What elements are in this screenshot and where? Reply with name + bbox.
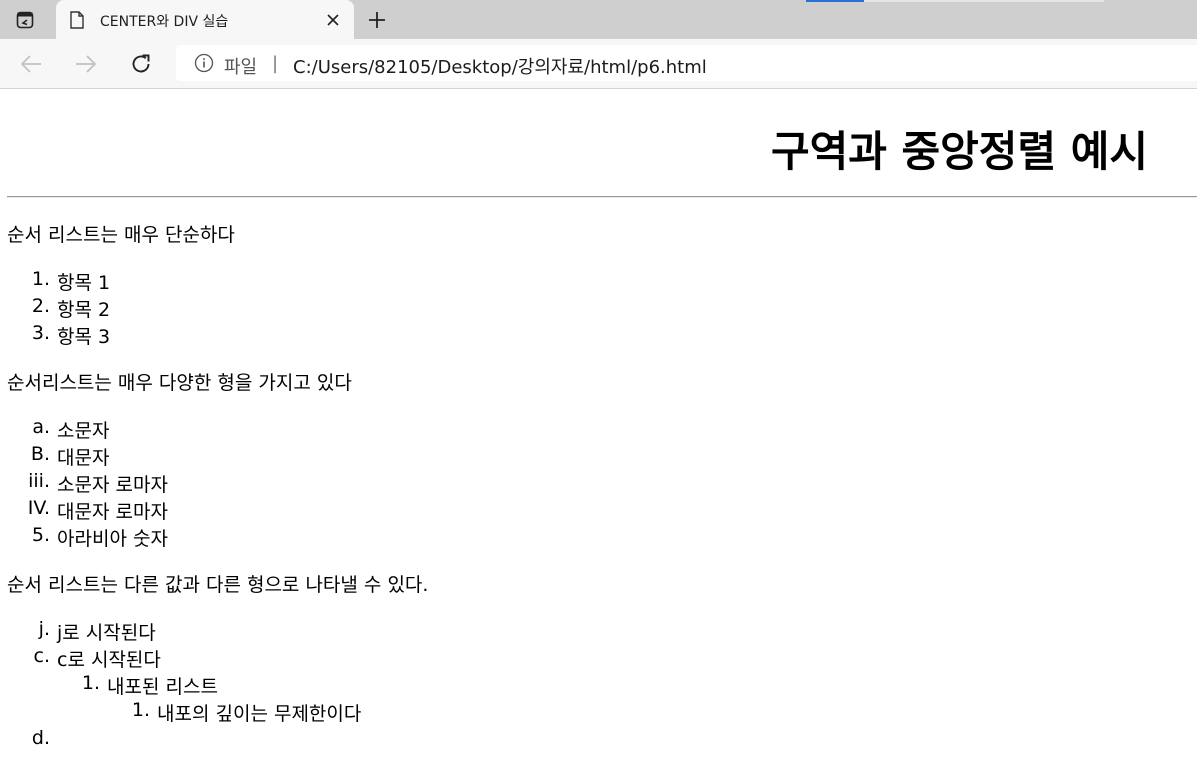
browser-toolbar: 파일 | C:/Users/82105/Desktop/강의자료/html/p6… [0,39,1197,89]
list-item-text: 항목 3 [57,326,111,348]
list-item-text: c로 시작된다 [57,649,161,671]
list-item-text: 내포의 깊이는 무제한이다 [157,703,362,725]
address-url[interactable]: C:/Users/82105/Desktop/강의자료/html/p6.html [293,53,707,79]
tab-accent-line [806,0,864,2]
list-item-text: 소문자 [57,420,110,442]
list-item-text: 아라비아 숫자 [57,528,168,550]
list-item-text: 대문자 [57,447,110,469]
list-item-text: 대문자 로마자 [57,501,168,523]
section-intro: 순서리스트는 매우 다양한 형을 가지고 있다 [7,372,352,394]
list-item-text: 항목 2 [57,299,111,321]
list-marker: 2. [31,295,50,317]
section-intro: 순서 리스트는 다른 값과 다른 형으로 나타낼 수 있다. [7,574,429,596]
active-tab[interactable]: CENTER와 DIV 실습 [56,0,354,39]
list-marker: d. [31,727,50,749]
list-marker: j. [38,618,50,640]
list-marker: a. [32,416,50,438]
tab-title: CENTER와 DIV 실습 [100,14,229,30]
address-bar[interactable]: 파일 | C:/Users/82105/Desktop/강의자료/html/p6… [176,45,1197,81]
close-icon[interactable] [324,11,342,29]
list-marker: B. [30,443,50,465]
page-icon [70,11,84,33]
list-marker: 1. [131,699,150,721]
list-marker: iii. [28,470,50,492]
list-marker: 1. [81,672,100,694]
list-item-text: 소문자 로마자 [57,474,168,496]
forward-arrow-icon[interactable] [72,50,100,78]
address-separator: | [272,53,279,74]
list-item-text: 항목 1 [57,272,111,294]
tab-actions-icon[interactable] [14,9,36,31]
list-marker: c. [33,645,51,667]
horizontal-rule [7,196,1197,198]
list-marker: 5. [31,524,50,546]
list-marker: 3. [31,322,50,344]
tab-strip: CENTER와 DIV 실습 [0,0,1197,39]
list-item-text: 내포된 리스트 [107,676,218,698]
list-item-text: j로 시작된다 [57,622,156,644]
section-intro: 순서 리스트는 매우 단순하다 [7,224,235,246]
tab-light-line [864,0,1104,2]
list-marker: IV. [27,497,50,519]
back-arrow-icon[interactable] [17,50,45,78]
plus-icon[interactable] [364,7,390,33]
list-marker: 1. [31,268,50,290]
reload-icon[interactable] [127,50,155,78]
info-icon[interactable] [194,53,214,77]
page-title: 구역과 중앙정렬 예시 [770,127,1148,176]
address-scheme-label: 파일 [224,57,258,78]
page-content: 구역과 중앙정렬 예시 순서 리스트는 매우 단순하다 1. 항목 1 2. 항… [0,89,1197,771]
